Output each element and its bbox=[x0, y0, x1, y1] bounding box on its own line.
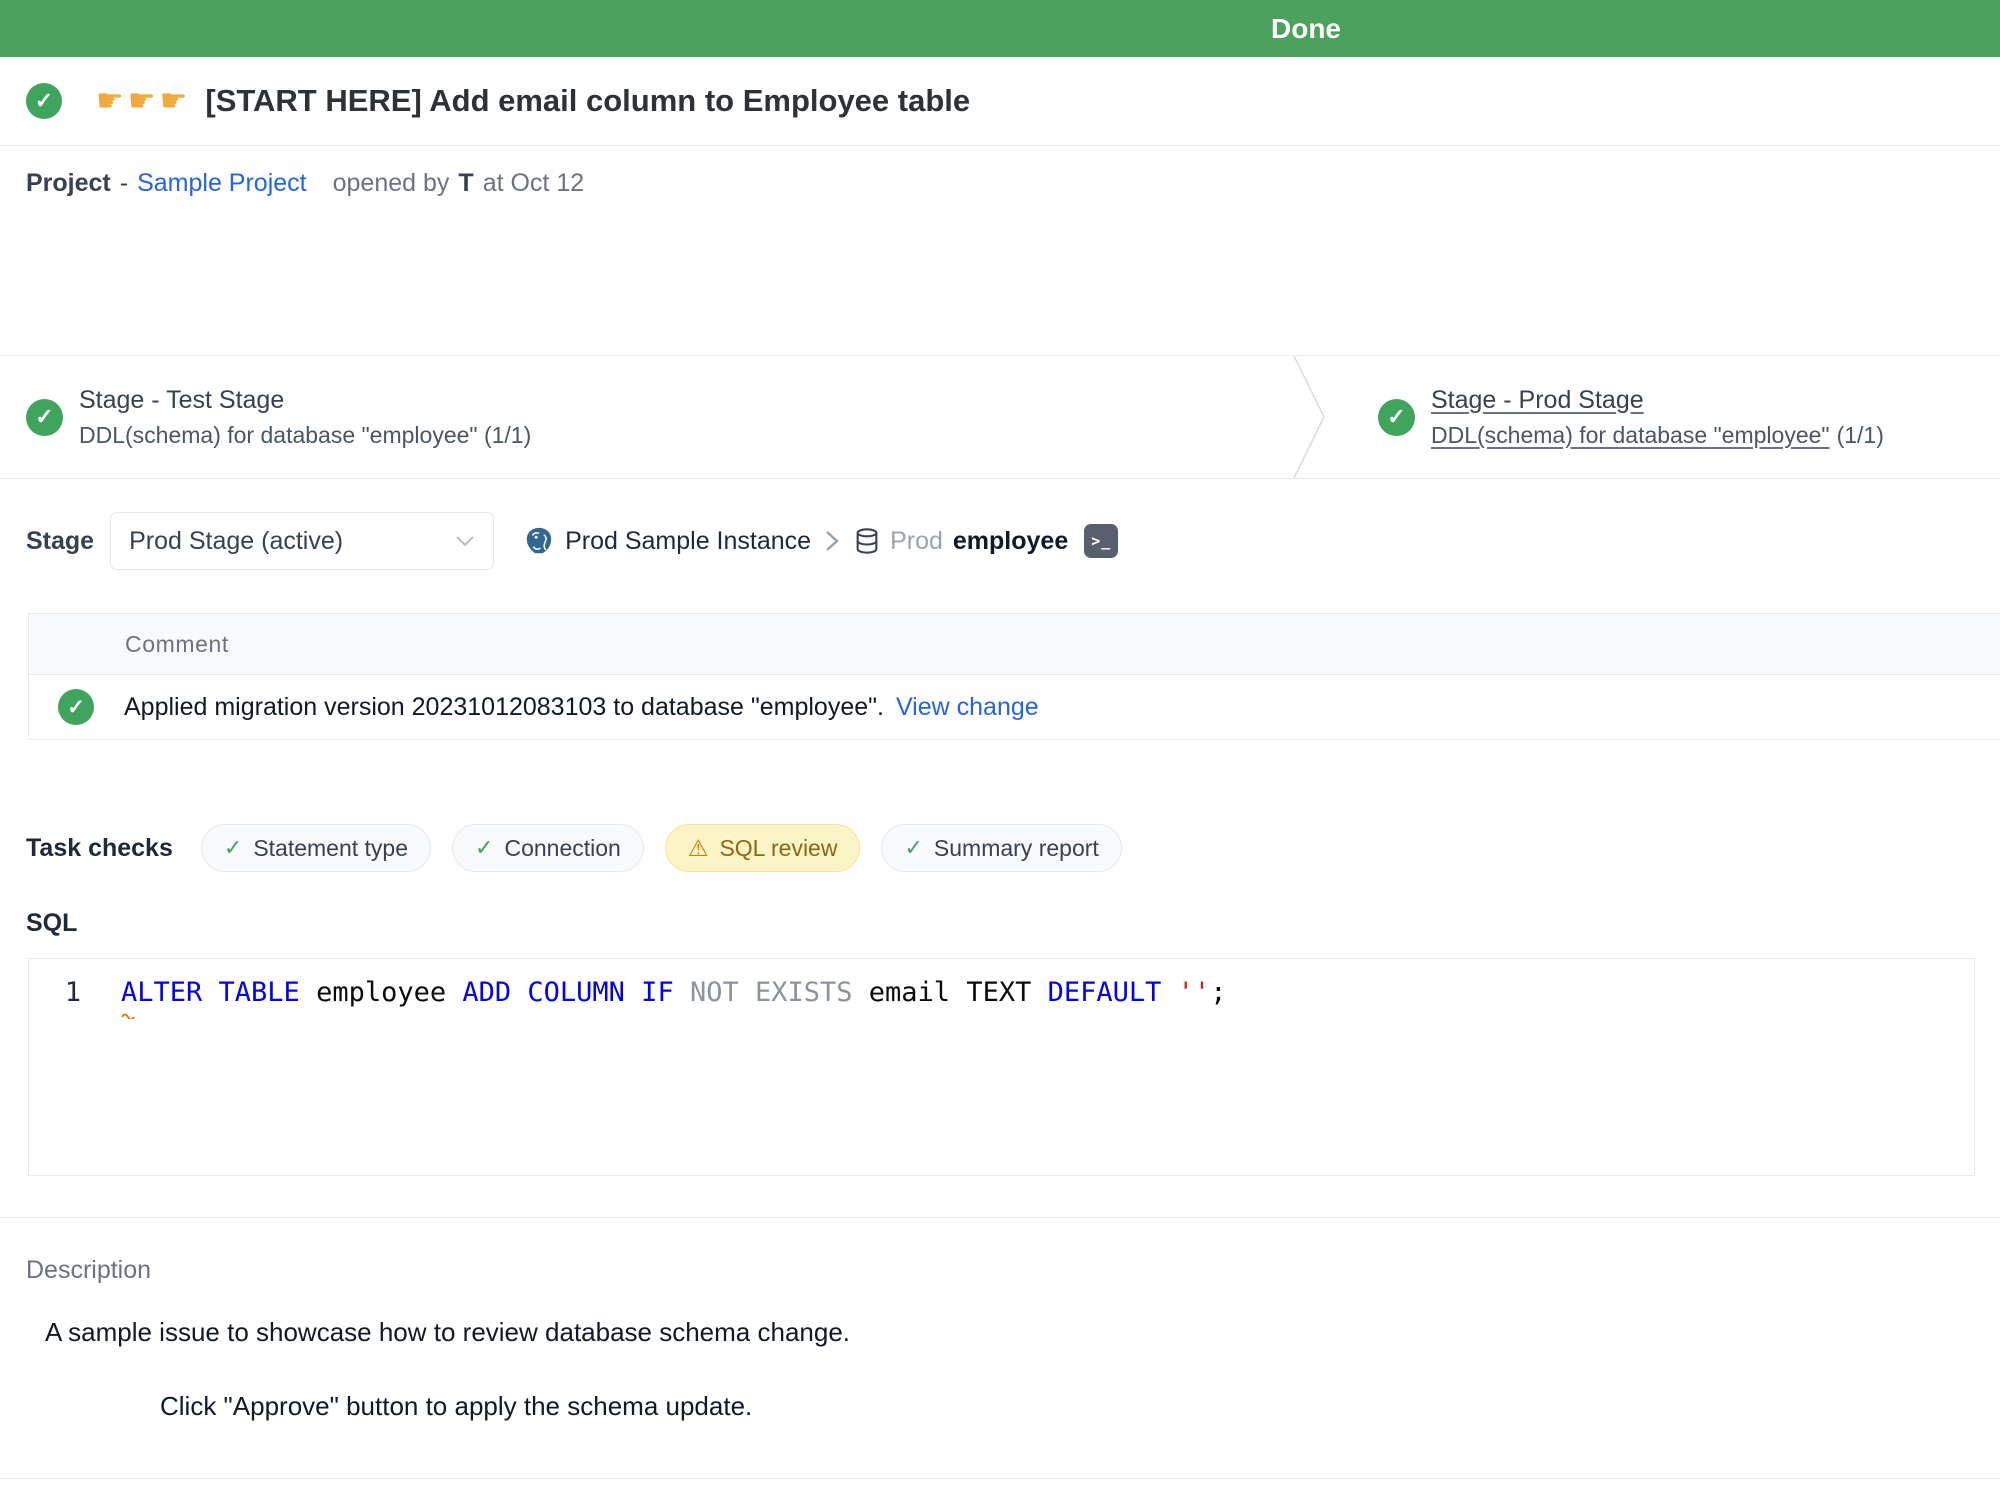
stage-item-test[interactable]: ✓ Stage - Test Stage DDL(schema) for dat… bbox=[0, 386, 531, 449]
chevron-right-icon bbox=[825, 529, 839, 553]
database-breadcrumb: Prod Sample Instance Prod employee >_ bbox=[524, 524, 1118, 558]
stage-prod-check-icon: ✓ bbox=[1378, 399, 1415, 436]
database-name[interactable]: employee bbox=[953, 527, 1068, 556]
environment-name: Prod bbox=[890, 527, 943, 556]
stage-prod-task-count: (1/1) bbox=[1837, 422, 1884, 448]
check-pass-icon: ✓ bbox=[904, 835, 922, 861]
line-number: 1 bbox=[29, 977, 81, 1008]
check-badge-summary-report[interactable]: ✓ Summary report bbox=[881, 824, 1121, 872]
check-badge-label: Statement type bbox=[253, 835, 408, 862]
sql-code-line: 1 ALTER TABLE employee ADD COLUMN IF NOT… bbox=[29, 977, 1226, 1008]
check-badge-label: Summary report bbox=[934, 835, 1099, 862]
check-pass-icon: ✓ bbox=[475, 835, 493, 861]
task-checks-label: Task checks bbox=[26, 834, 173, 863]
issue-done-check-icon: ✓ bbox=[26, 83, 62, 119]
stage-test-check-icon: ✓ bbox=[26, 399, 63, 436]
view-change-link[interactable]: View change bbox=[896, 693, 1039, 722]
pointing-right-emoji: ☛☛☛ bbox=[96, 83, 191, 119]
check-badge-statement-type[interactable]: ✓ Statement type bbox=[201, 824, 431, 872]
open-sql-editor-button[interactable]: >_ bbox=[1084, 524, 1118, 558]
comment-text: Applied migration version 20231012083103… bbox=[124, 693, 884, 722]
comment-table: Comment ✓ Applied migration version 2023… bbox=[28, 613, 2000, 740]
database-icon bbox=[853, 527, 881, 555]
stage-dropdown[interactable]: Prod Stage (active) bbox=[110, 512, 494, 570]
check-pass-icon: ✓ bbox=[224, 835, 242, 861]
task-checks-row: Task checks ✓ Statement type ✓ Connectio… bbox=[0, 824, 2000, 872]
stage-selector-row: Stage Prod Stage (active) Prod Sample In… bbox=[0, 512, 2000, 570]
status-banner: Done bbox=[0, 0, 2000, 57]
instance-name[interactable]: Prod Sample Instance bbox=[565, 527, 811, 556]
issue-title: [START HERE] Add email column to Employe… bbox=[205, 83, 970, 119]
spacer bbox=[0, 203, 2000, 355]
sql-statement: ALTER TABLE employee ADD COLUMN IF NOT E… bbox=[121, 977, 1226, 1008]
section-divider bbox=[0, 1478, 2000, 1479]
sql-editor[interactable]: 1 ALTER TABLE employee ADD COLUMN IF NOT… bbox=[28, 958, 1975, 1176]
stage-selector-label: Stage bbox=[26, 527, 94, 556]
comment-column-header: Comment bbox=[125, 631, 229, 658]
warning-triangle-icon: ⚠ bbox=[688, 837, 709, 860]
section-divider bbox=[0, 1217, 2000, 1218]
issue-detail-page: Done ✓ ☛☛☛ [START HERE] Add email column… bbox=[0, 0, 2000, 1500]
stage-prod-subtitle-link[interactable]: DDL(schema) for database "employee" bbox=[1431, 422, 1830, 448]
description-paragraph: A sample issue to showcase how to review… bbox=[0, 1317, 2000, 1349]
check-badge-sql-review[interactable]: ⚠ SQL review bbox=[665, 824, 861, 872]
chevron-down-icon bbox=[455, 535, 475, 547]
description-paragraph: Click "Approve" button to apply the sche… bbox=[0, 1391, 2000, 1423]
author-name: T bbox=[458, 169, 473, 198]
project-link[interactable]: Sample Project bbox=[137, 169, 307, 198]
sql-section-label: SQL bbox=[0, 909, 2000, 939]
project-label: Project bbox=[26, 169, 111, 198]
project-row: Project - Sample Project opened by T at … bbox=[0, 163, 2000, 203]
comment-table-header: Comment bbox=[29, 614, 2000, 675]
stage-dropdown-value: Prod Stage (active) bbox=[129, 527, 343, 556]
status-done-label: Done bbox=[1271, 0, 1341, 57]
terminal-icon: >_ bbox=[1091, 532, 1111, 550]
issue-title-row: ✓ ☛☛☛ [START HERE] Add email column to E… bbox=[0, 57, 2000, 146]
postgresql-icon bbox=[524, 526, 554, 556]
stage-test-subtitle: DDL(schema) for database "employee" (1/1… bbox=[79, 422, 531, 449]
stage-test-title: Stage - Test Stage bbox=[79, 386, 531, 415]
project-separator: - bbox=[120, 169, 128, 198]
check-badge-label: Connection bbox=[504, 835, 620, 862]
sql-warning-squiggle-icon bbox=[121, 1011, 145, 1019]
stage-prod-title: Stage - Prod Stage bbox=[1431, 386, 1884, 415]
stage-item-prod[interactable]: ✓ Stage - Prod Stage DDL(schema) for dat… bbox=[1378, 356, 1884, 478]
stage-separator-chevron-icon bbox=[1290, 356, 1330, 478]
comment-success-check-icon: ✓ bbox=[58, 689, 94, 725]
check-badge-label: SQL review bbox=[719, 835, 837, 862]
stage-pipeline: ✓ Stage - Test Stage DDL(schema) for dat… bbox=[0, 355, 2000, 479]
opened-at-text: at Oct 12 bbox=[483, 169, 584, 198]
comment-row: ✓ Applied migration version 202310120831… bbox=[29, 675, 2000, 739]
opened-by-text: opened by bbox=[333, 169, 450, 198]
description-label: Description bbox=[0, 1256, 2000, 1286]
check-badge-connection[interactable]: ✓ Connection bbox=[452, 824, 644, 872]
